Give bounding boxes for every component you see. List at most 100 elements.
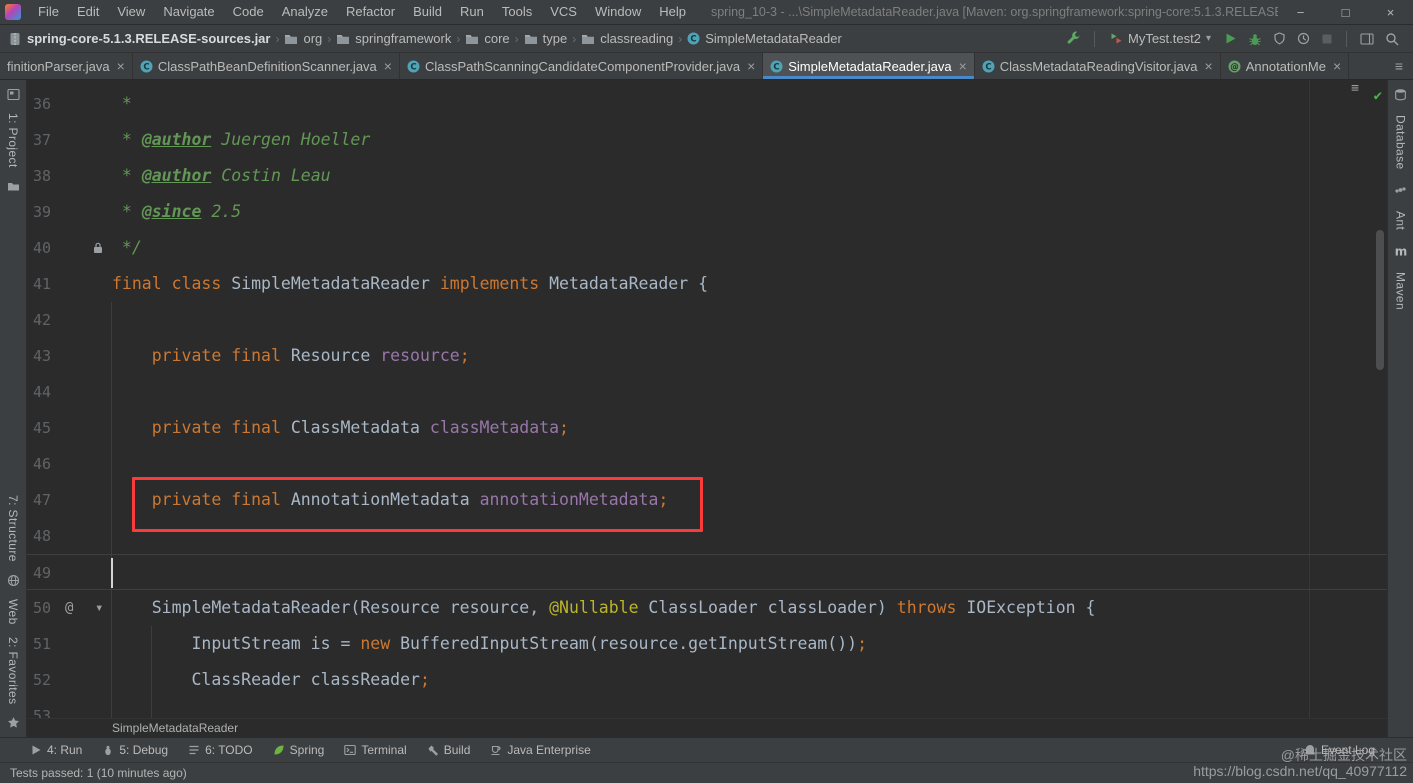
menu-navigate[interactable]: Navigate	[154, 0, 223, 24]
close-button[interactable]: ×	[1368, 0, 1413, 24]
menu-view[interactable]: View	[108, 0, 154, 24]
web-icon[interactable]	[7, 574, 20, 587]
maven-icon[interactable]: m	[1394, 244, 1408, 258]
menu-window[interactable]: Window	[586, 0, 650, 24]
layout-button[interactable]	[1358, 32, 1376, 46]
test-icon	[1110, 32, 1123, 45]
breadcrumb-type[interactable]: type	[524, 31, 567, 46]
code-line-39[interactable]: 39 * @since 2.5	[27, 194, 1387, 230]
tab-classpathbeandefinitionscanner-java[interactable]: C ClassPathBeanDefinitionScanner.java ×	[133, 53, 400, 79]
star-icon[interactable]	[7, 716, 20, 729]
tab-classpathscanningcandidatecomponentprovider-java[interactable]: C ClassPathScanningCandidateComponentProv…	[400, 53, 764, 79]
code-line-45[interactable]: 45 private final ClassMetadata classMeta…	[27, 410, 1387, 446]
breadcrumb-springframework[interactable]: springframework	[336, 31, 451, 46]
close-tab-icon[interactable]: ×	[1205, 58, 1213, 74]
breadcrumb-simplemetadatareader[interactable]: C SimpleMetadataReader	[687, 31, 842, 46]
tool-button-project[interactable]: 1: Project	[6, 113, 20, 168]
tool-button-web[interactable]: Web	[6, 599, 20, 625]
run-tool-icon	[30, 744, 42, 756]
highlight-red-box	[132, 477, 703, 532]
menu-analyze[interactable]: Analyze	[273, 0, 337, 24]
tool-button-4-run[interactable]: 4: Run	[30, 743, 82, 757]
menu-code[interactable]: Code	[224, 0, 273, 24]
tool-button-6-todo[interactable]: 6: TODO	[188, 743, 253, 757]
tab-finitionparser-java[interactable]: finitionParser.java ×	[0, 53, 133, 79]
tab-simplemetadatareader-java[interactable]: C SimpleMetadataReader.java ×	[763, 53, 975, 79]
tab-classmetadatareadingvisitor-java[interactable]: C ClassMetadataReadingVisitor.java ×	[975, 53, 1221, 79]
code-line-36[interactable]: 36 *	[27, 86, 1387, 122]
close-tab-icon[interactable]: ×	[1333, 58, 1341, 74]
tool-button-ant[interactable]: Ant	[1394, 211, 1408, 230]
tool-button-5-debug[interactable]: 5: Debug	[102, 743, 168, 757]
database-icon[interactable]	[1394, 88, 1407, 101]
tool-button-java-enterprise[interactable]: Java Enterprise	[490, 743, 591, 757]
debug-button[interactable]	[1246, 32, 1264, 46]
tool-button-favorites[interactable]: 2: Favorites	[6, 637, 20, 705]
close-tab-icon[interactable]: ×	[117, 58, 125, 74]
menu-tools[interactable]: Tools	[493, 0, 541, 24]
code-editor[interactable]: 36 * 37 * @author Juergen Hoeller 38 * @au…	[27, 80, 1387, 718]
breadcrumb-org[interactable]: org	[284, 31, 322, 46]
toolbar-divider	[1094, 30, 1095, 47]
close-tab-icon[interactable]: ×	[747, 58, 755, 74]
class-icon: C	[687, 32, 700, 45]
search-button[interactable]	[1383, 32, 1401, 46]
close-tab-icon[interactable]: ×	[384, 58, 392, 74]
event-log-button[interactable]: Event Log	[1304, 743, 1375, 757]
code-line-51[interactable]: 51 InputStream is = new BufferedInputStr…	[27, 626, 1387, 662]
code-line-44[interactable]: 44	[27, 374, 1387, 410]
ant-icon[interactable]	[1394, 184, 1407, 197]
fold-marker-icon[interactable]: ▾	[95, 600, 103, 616]
event-log-icon	[1304, 744, 1316, 756]
profiler-button[interactable]	[1295, 32, 1312, 45]
line-number: 51	[32, 635, 51, 653]
tool-button-terminal[interactable]: Terminal	[344, 743, 407, 757]
breadcrumb-separator-icon: ›	[456, 31, 461, 46]
run-button[interactable]	[1222, 32, 1239, 45]
line-number: 43	[32, 347, 51, 365]
code-line-52[interactable]: 52 ClassReader classReader;	[27, 662, 1387, 698]
menu-refactor[interactable]: Refactor	[337, 0, 404, 24]
breadcrumb-classreading[interactable]: classreading	[581, 31, 673, 46]
tab-annotationme[interactable]: @ AnnotationMe ×	[1221, 53, 1350, 79]
code-line-49[interactable]: 49	[27, 554, 1387, 590]
minimize-button[interactable]: −	[1278, 0, 1323, 24]
tool-button-build[interactable]: Build	[427, 743, 470, 757]
stop-button[interactable]	[1319, 33, 1335, 45]
breadcrumb-spring-core-5-1-3-release-sources-jar[interactable]: spring-core-5.1.3.RELEASE-sources.jar	[8, 31, 270, 46]
code-line-41[interactable]: 41 final class SimpleMetadataReader imple…	[27, 266, 1387, 302]
menu-vcs[interactable]: VCS	[541, 0, 586, 24]
commander-icon[interactable]	[7, 180, 20, 193]
menu-file[interactable]: File	[29, 0, 68, 24]
breadcrumb-core[interactable]: core	[465, 31, 510, 46]
svg-text:C: C	[774, 62, 780, 72]
menu-help[interactable]: Help	[650, 0, 695, 24]
project-icon[interactable]	[6, 88, 20, 101]
editor-scrollbar[interactable]	[1376, 230, 1384, 370]
code-line-38[interactable]: 38 * @author Costin Leau	[27, 158, 1387, 194]
tool-button-spring[interactable]: Spring	[273, 743, 324, 757]
menu-build[interactable]: Build	[404, 0, 451, 24]
code-line-50[interactable]: 50 @ ▾ SimpleMetadataReader(Resource resou…	[27, 590, 1387, 626]
run-config-select[interactable]: MyTest.test2 ▾	[1110, 31, 1211, 46]
wrench-button[interactable]	[1064, 31, 1083, 46]
inspections-ok-icon[interactable]: ✔	[1374, 88, 1382, 104]
tabs-overflow-button[interactable]: ≡	[1385, 53, 1413, 79]
breadcrumb-class[interactable]: SimpleMetadataReader	[112, 721, 238, 735]
close-tab-icon[interactable]: ×	[959, 58, 967, 74]
code-line-43[interactable]: 43 private final Resource resource;	[27, 338, 1387, 374]
code-line-53[interactable]: 53	[27, 698, 1387, 718]
menu-edit[interactable]: Edit	[68, 0, 108, 24]
line-number: 41	[32, 275, 51, 293]
coverage-button[interactable]	[1271, 32, 1288, 45]
tool-button-maven[interactable]: Maven	[1394, 272, 1408, 310]
tool-button-database[interactable]: Database	[1394, 115, 1408, 170]
code-line-40[interactable]: 40 */	[27, 230, 1387, 266]
menu-run[interactable]: Run	[451, 0, 493, 24]
code-line-42[interactable]: 42	[27, 302, 1387, 338]
code-line-37[interactable]: 37 * @author Juergen Hoeller	[27, 122, 1387, 158]
inspection-menu-icon[interactable]: ≡	[1351, 81, 1359, 96]
tool-button-structure[interactable]: 7: Structure	[6, 495, 20, 562]
maximize-button[interactable]: □	[1323, 0, 1368, 24]
toolbar-divider	[1346, 30, 1347, 47]
